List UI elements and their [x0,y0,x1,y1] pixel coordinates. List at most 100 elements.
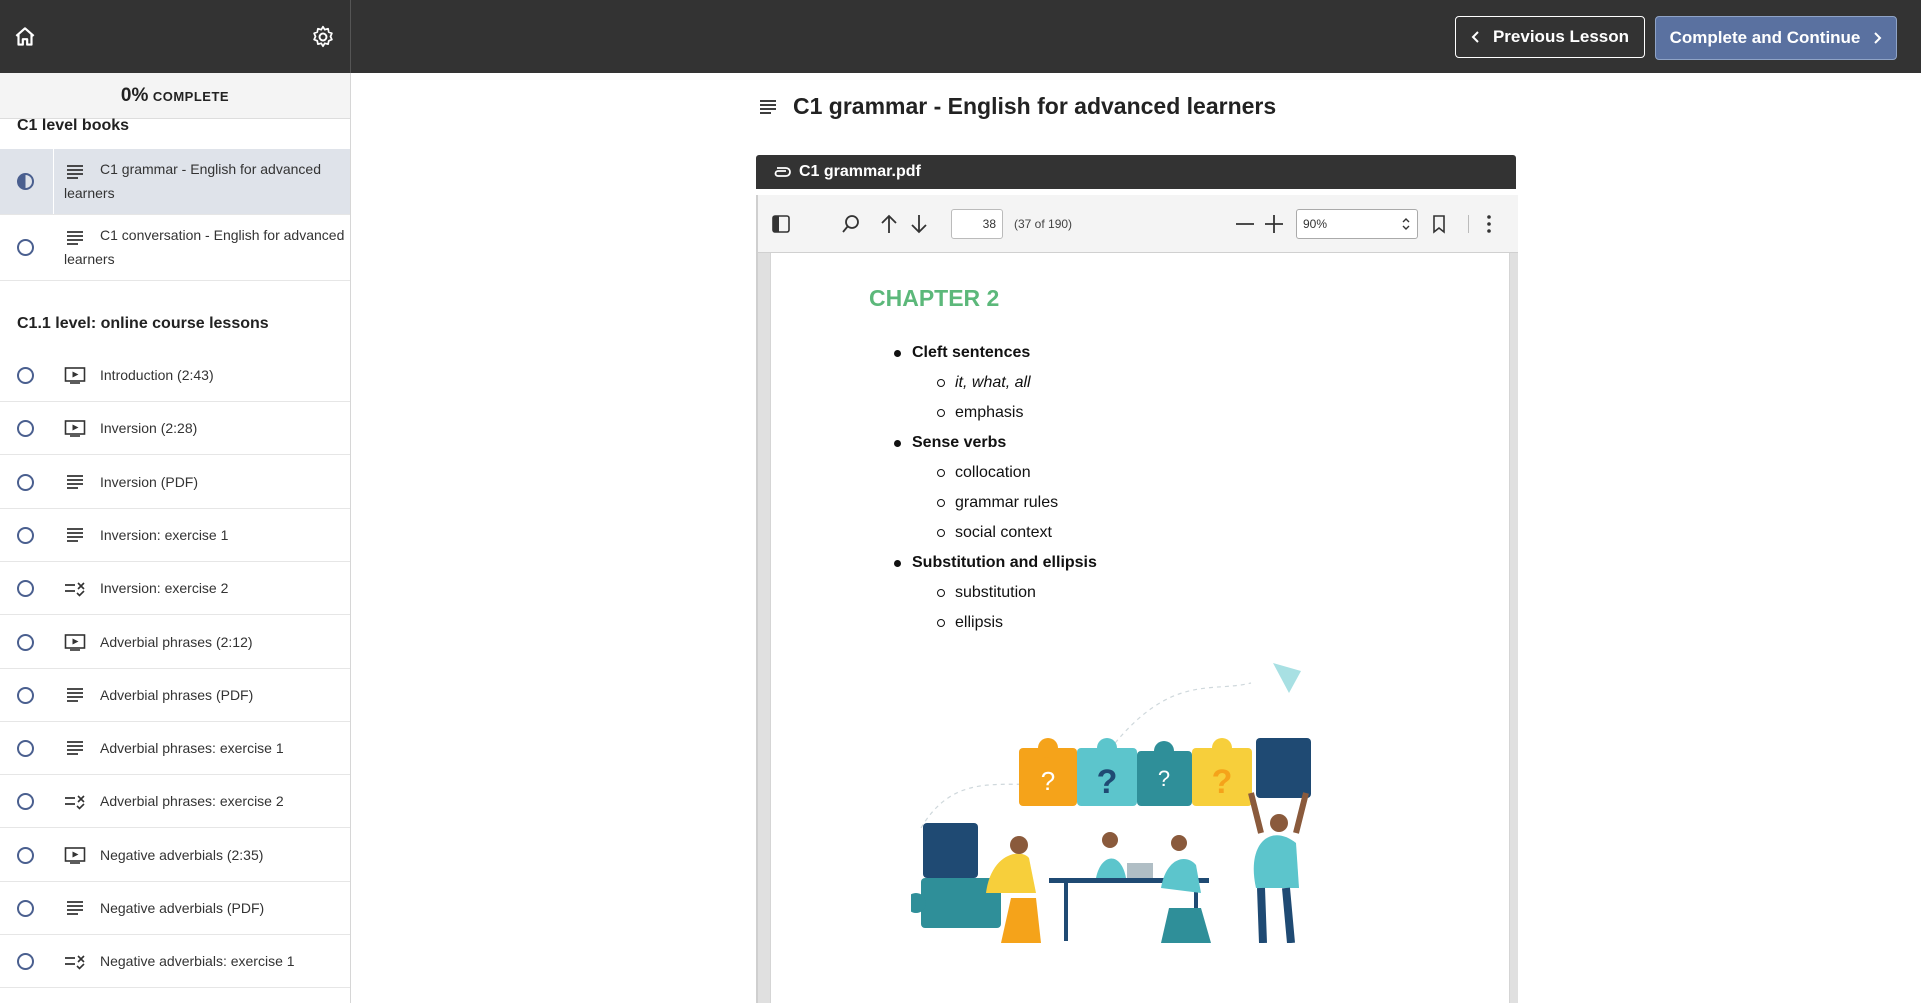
incomplete-icon [17,740,34,758]
question-mark: ? [1212,763,1233,801]
incomplete-icon [17,580,34,598]
lesson-title: Inversion: exercise 2 [100,580,229,597]
lesson-title: Inversion (2:28) [100,420,198,437]
video-lesson-icon [64,633,86,651]
outline-subtopic: ellipsis [869,608,1097,638]
bookmark-icon[interactable] [1428,213,1450,235]
lesson-item[interactable]: Inversion (2:28) [0,402,350,456]
pdf-toolbar: 38 (37 of 190) 90% [758,195,1518,253]
page-count: (37 of 190) [1014,217,1073,231]
more-options-icon[interactable] [1478,213,1500,235]
text-lesson-icon [67,901,83,915]
zoom-value: 90% [1303,217,1328,231]
outline-topic: Sense verbs [869,428,1097,458]
sidebar-toggle-icon[interactable] [770,213,792,235]
question-mark: ? [1041,766,1055,796]
lesson-item[interactable]: Negative adverbials (2:35) [0,829,350,882]
status-column [0,509,53,561]
lesson-item[interactable]: C1 grammar - English for advanced learne… [0,149,350,215]
incomplete-icon [17,367,34,384]
lesson-item[interactable]: Introduction (2:43) [0,349,350,402]
lesson-title: Adverbial phrases: exercise 2 [100,793,284,810]
quiz-lesson-icon [65,955,85,970]
lesson-item[interactable]: Adverbial phrases (2:12) [0,616,350,669]
search-icon[interactable] [840,213,862,235]
incomplete-icon [17,846,34,864]
outline-subtopic: emphasis [869,398,1097,428]
incomplete-icon [17,526,34,544]
status-column [0,215,53,280]
incomplete-icon [17,473,34,491]
lesson-item[interactable]: Inversion (PDF) [0,456,350,509]
section-title: C1 level books [17,117,130,134]
chevron-right-icon [1874,32,1882,44]
select-arrows-icon [1402,218,1410,230]
chapter-outline: Cleft sentences it, what, all emphasis Sens… [869,338,1097,638]
lesson-item[interactable]: Adverbial phrases: exercise 1 [0,722,350,776]
text-lesson-icon [67,527,83,542]
status-column [0,562,53,614]
text-lesson-icon [67,741,83,755]
incomplete-icon [17,420,34,438]
pdf-viewer[interactable]: 38 (37 of 190) 90% CHAPTER 2 Cleft sente… [756,195,1518,1003]
arrow-up-icon[interactable] [878,213,900,235]
gear-icon[interactable] [310,24,336,50]
question-mark: ? [1097,763,1118,801]
video-lesson-icon [64,846,86,864]
lesson-title: Introduction (2:43) [100,367,214,383]
pdf-page: CHAPTER 2 Cleft sentences it, what, all em… [770,253,1510,1003]
paperclip-icon [774,167,791,177]
status-column [0,349,53,401]
toolbar-divider [1468,215,1469,233]
lesson-item[interactable]: Inversion: exercise 1 [0,509,350,562]
home-icon[interactable] [12,24,38,50]
chevron-left-icon [1471,31,1479,43]
incomplete-icon [17,239,34,256]
text-lesson-icon [760,100,776,114]
page-number-input[interactable]: 38 [951,209,1003,239]
lesson-item[interactable]: C1 conversation - English for advanced l… [0,215,350,281]
chapter-heading: CHAPTER 2 [869,285,1000,311]
puzzle-team-illustration: ? ? ? ? [911,663,1311,943]
previous-lesson-label: Previous Lesson [1492,27,1630,46]
progress-percent: 0% [120,85,149,106]
lesson-title: Inversion: exercise 1 [100,526,229,543]
lesson-item[interactable]: Adverbial phrases: exercise 2 [0,775,350,829]
zoom-in-icon[interactable] [1263,213,1285,235]
incomplete-icon [17,953,34,971]
outline-topic: Substitution and ellipsis [869,548,1097,578]
attachment-header: C1 grammar.pdf [756,155,1516,189]
lesson-item[interactable]: Inversion: exercise 2 [0,562,350,616]
lesson-item[interactable]: Adverbial phrases (PDF) [0,669,350,722]
zoom-out-icon[interactable] [1234,213,1256,235]
outline-subtopic: social context [869,518,1097,548]
outline-topic: Cleft sentences [869,338,1097,368]
sidebar-header [0,0,351,73]
lesson-title: Negative adverbials: exercise 1 [100,953,295,970]
incomplete-icon [17,633,34,651]
lesson-title: Adverbial phrases (2:12) [100,633,253,650]
lesson-title: Negative adverbials (2:35) [100,846,264,863]
text-lesson-icon [67,687,83,702]
lesson-title: Adverbial phrases: exercise 1 [100,740,284,757]
status-column [0,669,53,721]
arrow-down-icon[interactable] [908,213,930,235]
lesson-item[interactable]: Negative adverbials (PDF) [0,882,350,935]
lesson-title: C1 conversation - English for advanced l… [64,227,345,267]
course-sidebar[interactable]: 0% COMPLETE C1 level books C1 grammar - … [0,73,351,1003]
question-mark: ? [1158,766,1170,791]
section-title: C1.1 level: online course lessons [17,315,269,332]
zoom-select[interactable]: 90% [1296,209,1418,239]
quiz-lesson-icon [65,582,85,597]
top-bar: Previous Lesson Complete and Continue [0,0,1921,73]
attachment-filename: C1 grammar.pdf [799,163,921,180]
lesson-item[interactable]: Negative adverbials: exercise 1 [0,935,350,989]
outline-subtopic: grammar rules [869,488,1097,518]
status-column [0,775,53,827]
complete-and-continue-button[interactable]: Complete and Continue [1655,16,1897,60]
previous-lesson-button[interactable]: Previous Lesson [1455,16,1645,58]
status-column [0,722,53,774]
lesson-title: C1 grammar - English for advanced learne… [64,161,321,201]
complete-and-continue-label: Complete and Continue [1669,28,1861,47]
progress-label: COMPLETE [152,89,230,104]
